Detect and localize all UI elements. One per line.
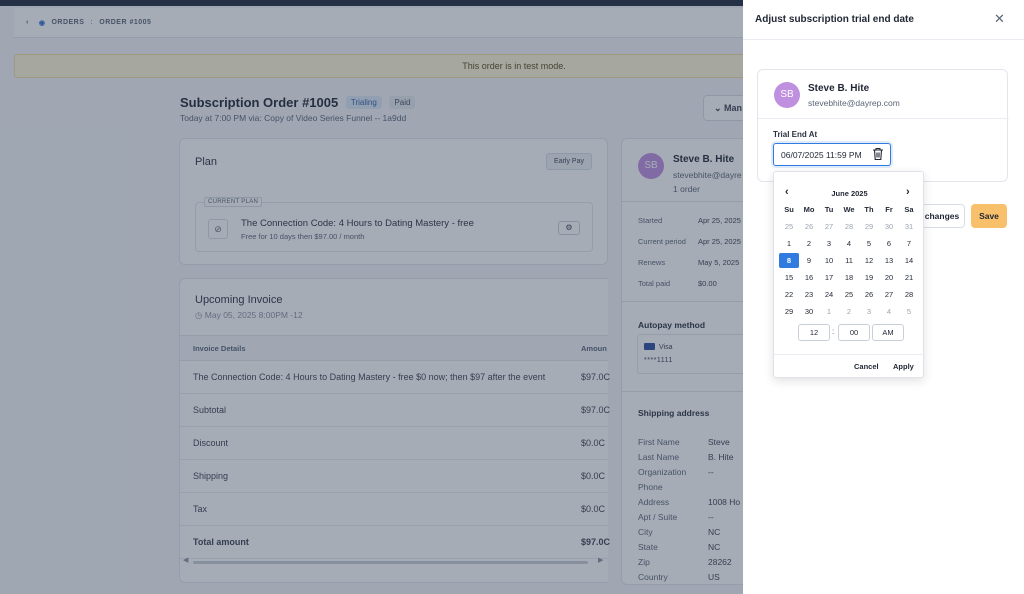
- calendar-day[interactable]: 11: [839, 253, 859, 268]
- weekday-label: Mo: [803, 205, 815, 214]
- calendar-day[interactable]: 24: [819, 287, 839, 302]
- weekday-label: Su: [784, 205, 794, 214]
- calendar-day[interactable]: 9: [799, 253, 819, 268]
- calendar-day[interactable]: 28: [899, 287, 919, 302]
- weekday-label: Fr: [885, 205, 893, 214]
- time-colon: :: [832, 327, 835, 336]
- calendar-day[interactable]: 31: [899, 219, 919, 234]
- calendar-day[interactable]: 5: [899, 304, 919, 319]
- trash-icon[interactable]: [872, 147, 884, 161]
- calendar-day[interactable]: 3: [819, 236, 839, 251]
- month-label: June 2025: [831, 189, 868, 198]
- calendar-day[interactable]: 7: [899, 236, 919, 251]
- calendar-day[interactable]: 22: [779, 287, 799, 302]
- calendar-day[interactable]: 4: [839, 236, 859, 251]
- hour-input[interactable]: 12: [798, 324, 830, 341]
- calendar-day[interactable]: 2: [799, 236, 819, 251]
- save-button[interactable]: Save: [971, 204, 1007, 228]
- calendar-day[interactable]: 2: [839, 304, 859, 319]
- calendar-day[interactable]: 20: [879, 270, 899, 285]
- calendar-day[interactable]: 17: [819, 270, 839, 285]
- calendar-day[interactable]: 29: [779, 304, 799, 319]
- calendar-day[interactable]: 16: [799, 270, 819, 285]
- drawer-title: Adjust subscription trial end date: [755, 14, 914, 25]
- calendar-day[interactable]: 27: [819, 219, 839, 234]
- minute-input[interactable]: 00: [838, 324, 870, 341]
- customer-email: stevebhite@dayrep.com: [808, 98, 900, 108]
- calendar-day[interactable]: 29: [859, 219, 879, 234]
- trial-end-date-value: 06/07/2025 11:59 PM: [781, 150, 862, 160]
- trial-end-date-input[interactable]: 06/07/2025 11:59 PM: [773, 143, 891, 166]
- close-icon[interactable]: ✕: [994, 11, 1005, 27]
- next-month-icon[interactable]: ›: [906, 186, 910, 198]
- weekday-label: We: [843, 205, 855, 214]
- calendar-day[interactable]: 30: [799, 304, 819, 319]
- calendar-day[interactable]: 13: [879, 253, 899, 268]
- date-picker-popover: ‹ June 2025 › Su Mo Tu We Th Fr Sa 25 26 27 28 29 3…: [773, 171, 925, 378]
- meridiem-toggle[interactable]: AM: [872, 324, 904, 341]
- calendar-day[interactable]: 1: [819, 304, 839, 319]
- calendar-day[interactable]: 12: [859, 253, 879, 268]
- trial-end-label: Trial End At: [773, 130, 818, 139]
- cancel-button[interactable]: Cancel: [854, 362, 879, 371]
- calendar-day[interactable]: 3: [859, 304, 879, 319]
- calendar-day[interactable]: 4: [879, 304, 899, 319]
- calendar-day[interactable]: 26: [859, 287, 879, 302]
- calendar-day[interactable]: 30: [879, 219, 899, 234]
- customer-name: Steve B. Hite: [808, 83, 870, 94]
- calendar-day[interactable]: 21: [899, 270, 919, 285]
- calendar-day[interactable]: 5: [859, 236, 879, 251]
- calendar-day[interactable]: 15: [779, 270, 799, 285]
- calendar-day[interactable]: 1: [779, 236, 799, 251]
- divider: [774, 354, 925, 355]
- calendar-day[interactable]: 19: [859, 270, 879, 285]
- divider: [758, 118, 1009, 119]
- calendar-day[interactable]: 25: [839, 287, 859, 302]
- weekday-label: Sa: [904, 205, 914, 214]
- apply-button[interactable]: Apply: [893, 362, 914, 371]
- calendar-day[interactable]: 18: [839, 270, 859, 285]
- calendar-day[interactable]: 25: [779, 219, 799, 234]
- weekday-label: Tu: [824, 205, 834, 214]
- drawer-header: Adjust subscription trial end date ✕: [743, 0, 1024, 40]
- weekday-label: Th: [864, 205, 874, 214]
- calendar-day[interactable]: 6: [879, 236, 899, 251]
- calendar-day[interactable]: 10: [819, 253, 839, 268]
- trial-form-card: SB Steve B. Hite stevebhite@dayrep.com T…: [757, 69, 1009, 182]
- avatar: SB: [774, 82, 800, 108]
- calendar-day[interactable]: 23: [799, 287, 819, 302]
- calendar-day[interactable]: 14: [899, 253, 919, 268]
- calendar-day[interactable]: 26: [799, 219, 819, 234]
- discard-changes-button[interactable]: changes: [920, 204, 965, 228]
- modal-backdrop[interactable]: [0, 0, 743, 594]
- calendar-day[interactable]: 28: [839, 219, 859, 234]
- calendar-day-selected[interactable]: 8: [779, 253, 799, 268]
- calendar-day[interactable]: 27: [879, 287, 899, 302]
